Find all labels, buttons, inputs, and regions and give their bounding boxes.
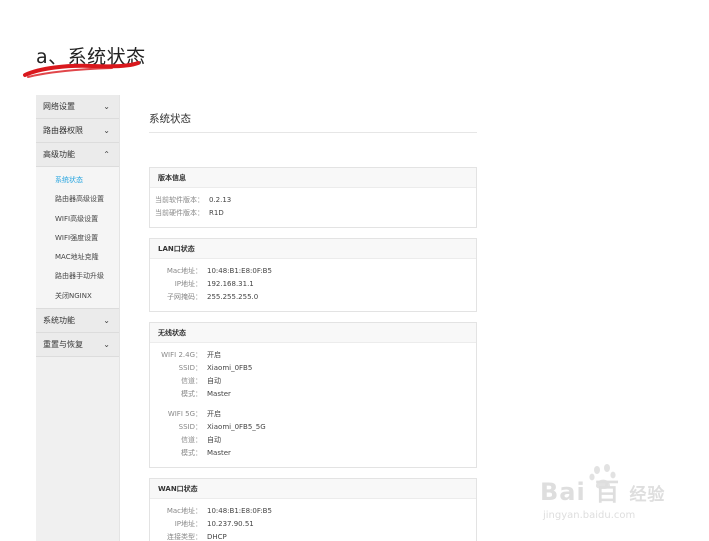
sidebar-item-system-functions[interactable]: 系统功能 ⌄ — [36, 309, 119, 334]
field-value: 10:48:B1:E8:0F:B5 — [207, 507, 272, 515]
field-value: DHCP — [207, 533, 227, 541]
field-label: WIFI 2.4G： — [161, 351, 202, 359]
kv-row: 信道： 自动 — [150, 434, 476, 447]
field-value: 开启 — [207, 351, 221, 359]
sidebar-item-network-settings[interactable]: 网络设置 ⌄ — [36, 95, 119, 119]
kv-row: WIFI 5G： 开启 — [150, 408, 476, 421]
kv-row: Mac地址： 10:48:B1:E8:0F:B5 — [150, 265, 476, 278]
kv-row: IP地址： 10.237.90.51 — [150, 518, 476, 531]
kv-row: 信道： 自动 — [150, 375, 476, 388]
title-divider — [149, 132, 477, 133]
kv-row: SSID： Xiaomi_0FB5 — [150, 362, 476, 375]
field-value: 10:48:B1:E8:0F:B5 — [207, 267, 272, 275]
field-label: 当前硬件版本： — [155, 209, 204, 217]
watermark-suffix: 经验 — [629, 485, 666, 505]
kv-row: 当前软件版本： 0.2.13 — [150, 194, 476, 207]
submenu-item-wifi-advanced[interactable]: WIFI高级设置 — [36, 210, 119, 229]
chevron-down-icon: ⌄ — [103, 102, 110, 111]
sidebar: 网络设置 ⌄ 路由器权限 ⌄ 高级功能 ⌃ 系统状态 路由器高级设置 WIFI高… — [36, 95, 120, 541]
kv-row: IP地址： 192.168.31.1 — [150, 278, 476, 291]
sidebar-item-advanced-features[interactable]: 高级功能 ⌃ — [36, 143, 119, 167]
field-label: 连接类型： — [167, 533, 202, 541]
chevron-down-icon: ⌄ — [103, 126, 110, 135]
field-value: 255.255.255.0 — [207, 293, 259, 301]
wan-status-panel: WAN口状态 Mac地址： 10:48:B1:E8:0F:B5 IP地址： 10.2… — [149, 478, 477, 541]
content-title: 系统状态 — [149, 113, 191, 125]
main-content: 系统状态 版本信息 当前软件版本： 0.2.13 当前硬件版本： R1D LAN口状… — [149, 100, 477, 541]
chevron-down-icon: ⌄ — [103, 316, 110, 326]
field-value: 10.237.90.51 — [207, 520, 254, 528]
submenu-item-disable-nginx[interactable]: 关闭NGINX — [36, 287, 119, 306]
field-label: SSID： — [178, 423, 202, 431]
sidebar-item-reset-restore[interactable]: 重置与恢复 ⌄ — [36, 333, 119, 358]
submenu-item-router-advanced[interactable]: 路由器高级设置 — [36, 190, 119, 209]
field-label: 模式： — [181, 390, 202, 398]
field-value: Xiaomi_0FB5_5G — [207, 423, 266, 431]
advanced-features-submenu: 系统状态 路由器高级设置 WIFI高级设置 WIFI强度设置 MAC地址克隆 路… — [36, 167, 119, 310]
submenu-item-system-status[interactable]: 系统状态 — [36, 171, 119, 190]
submenu-item-mac-clone[interactable]: MAC地址克隆 — [36, 248, 119, 267]
kv-row: SSID： Xiaomi_0FB5_5G — [150, 421, 476, 434]
field-label: 信道： — [181, 377, 202, 385]
field-value: 自动 — [207, 377, 221, 385]
field-label: Mac地址： — [166, 507, 202, 515]
field-value: 192.168.31.1 — [207, 280, 254, 288]
field-label: WIFI 5G： — [167, 410, 202, 418]
field-label: 模式： — [181, 449, 202, 457]
field-value: R1D — [209, 209, 224, 217]
field-label: Mac地址： — [166, 267, 202, 275]
field-value: 自动 — [207, 436, 221, 444]
field-label: IP地址： — [174, 280, 202, 288]
submenu-item-manual-upgrade[interactable]: 路由器手动升级 — [36, 267, 119, 286]
sidebar-item-label: 系统功能 — [43, 316, 75, 326]
field-value: Master — [207, 449, 231, 457]
wireless-status-panel: 无线状态 WIFI 2.4G： 开启 SSID： Xiaomi_0FB5 信道： 自动… — [149, 322, 477, 468]
kv-row: 子网掩码： 255.255.255.0 — [150, 291, 476, 304]
chevron-up-icon: ⌃ — [103, 150, 110, 159]
sidebar-item-label: 网络设置 — [43, 102, 75, 111]
panel-header: WAN口状态 — [150, 479, 476, 499]
field-label: 当前软件版本： — [155, 196, 204, 204]
kv-row: 连接类型： DHCP — [150, 531, 476, 541]
submenu-item-wifi-strength[interactable]: WIFI强度设置 — [36, 229, 119, 248]
kv-row: 模式： Master — [150, 388, 476, 401]
watermark-url: jingyan.baidu.com — [543, 510, 636, 521]
field-label: 子网掩码： — [167, 293, 202, 301]
sidebar-item-label: 重置与恢复 — [43, 340, 83, 350]
lan-status-panel: LAN口状态 Mac地址： 10:48:B1:E8:0F:B5 IP地址： 192.… — [149, 238, 477, 312]
panel-header: LAN口状态 — [150, 239, 476, 259]
red-underline-mark — [23, 61, 140, 78]
kv-row: Mac地址： 10:48:B1:E8:0F:B5 — [150, 505, 476, 518]
watermark-brand: Bai 百 经验 — [540, 478, 666, 506]
sidebar-item-label: 高级功能 — [43, 150, 75, 159]
panel-header: 版本信息 — [150, 168, 476, 188]
field-value: Xiaomi_0FB5 — [207, 364, 253, 372]
kv-row: 当前硬件版本： R1D — [150, 207, 476, 220]
field-value: Master — [207, 390, 231, 398]
baidu-jingyan-watermark: Bai 百 经验 jingyan.baidu.com — [540, 462, 705, 532]
sidebar-item-label: 路由器权限 — [43, 126, 83, 135]
kv-row: WIFI 2.4G： 开启 — [150, 349, 476, 362]
chevron-down-icon: ⌄ — [103, 340, 110, 350]
kv-row: 模式： Master — [150, 447, 476, 460]
field-value: 开启 — [207, 410, 221, 418]
version-info-panel: 版本信息 当前软件版本： 0.2.13 当前硬件版本： R1D — [149, 167, 477, 228]
field-label: 信道： — [181, 436, 202, 444]
field-value: 0.2.13 — [209, 196, 232, 204]
field-label: IP地址： — [174, 520, 202, 528]
field-label: SSID： — [178, 364, 202, 372]
sidebar-item-router-permissions[interactable]: 路由器权限 ⌄ — [36, 119, 119, 143]
panel-header: 无线状态 — [150, 323, 476, 343]
